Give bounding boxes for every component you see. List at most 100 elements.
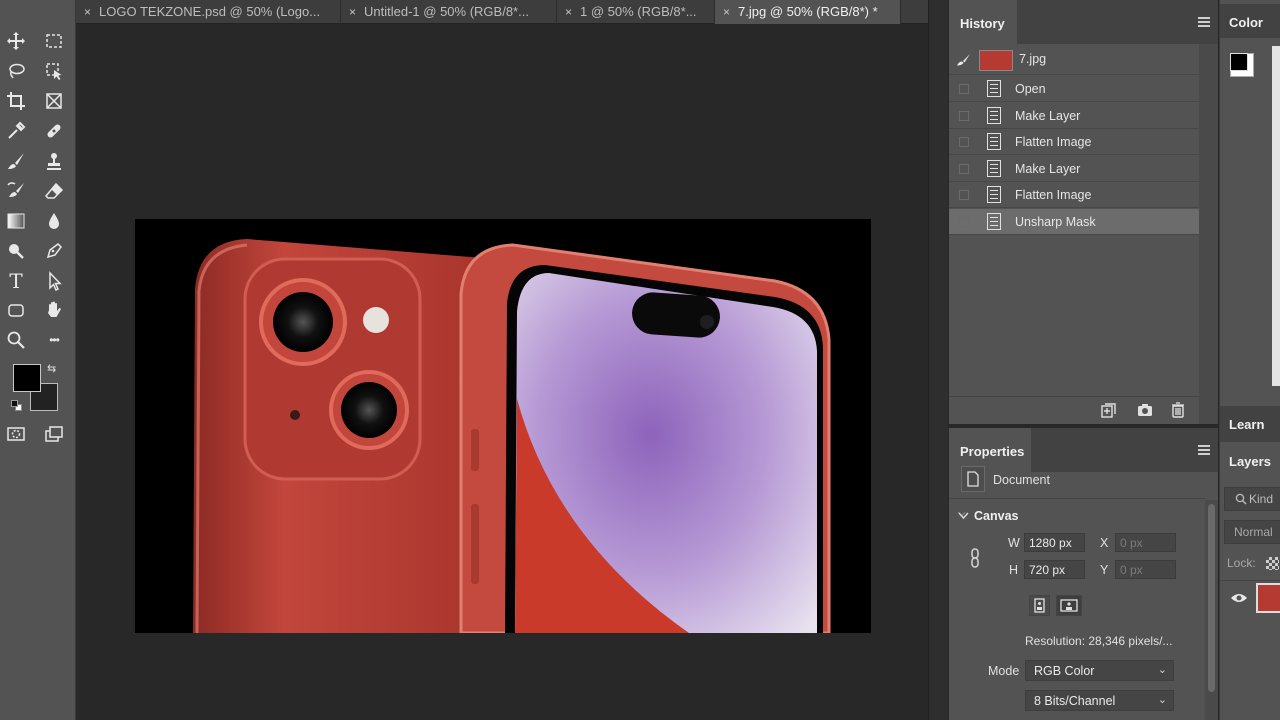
history-source-checkbox[interactable]	[959, 216, 969, 227]
canvas-section-title[interactable]: Canvas	[974, 509, 1018, 523]
tab-1[interactable]: × 1 @ 50% (RGB/8*...	[557, 0, 715, 24]
portrait-orientation-button[interactable]	[1029, 595, 1050, 616]
height-field[interactable]: 720 px	[1024, 560, 1085, 579]
color-foreground-swatch[interactable]	[1230, 53, 1248, 71]
close-icon[interactable]: ×	[565, 5, 572, 19]
right-dock: Color Learn Layers Kind Normal Lock:	[1219, 0, 1280, 720]
more-tools-icon[interactable]: •••	[40, 327, 68, 353]
frame-tool-icon[interactable]	[40, 88, 68, 114]
properties-panel: Properties Document ⌵ Canvas W 1280 px X…	[949, 428, 1218, 720]
eye-icon[interactable]	[1230, 592, 1248, 604]
screen-mode-icon[interactable]	[40, 421, 68, 447]
y-field[interactable]: 0 px	[1115, 560, 1176, 579]
tools-panel: T ••• ⇆	[0, 0, 76, 720]
default-colors-icon[interactable]	[11, 400, 23, 412]
x-field[interactable]: 0 px	[1115, 533, 1176, 552]
chevron-down-icon: ⌄	[1157, 694, 1167, 706]
tab-7-jpg[interactable]: × 7.jpg @ 50% (RGB/8*) *	[715, 0, 901, 24]
history-state-icon	[987, 212, 1001, 230]
landscape-orientation-button[interactable]	[1056, 595, 1082, 616]
shape-tool-icon[interactable]	[2, 297, 30, 323]
lasso-tool-icon[interactable]	[2, 58, 30, 84]
y-label: Y	[1100, 563, 1109, 577]
history-item-selected[interactable]: Unsharp Mask	[949, 208, 1199, 235]
history-item[interactable]: Flatten Image	[949, 182, 1199, 208]
pen-tool-icon[interactable]	[40, 238, 68, 264]
zoom-tool-icon[interactable]	[2, 327, 30, 353]
tab-learn[interactable]: Learn	[1220, 406, 1280, 442]
marquee-tool-icon[interactable]	[40, 28, 68, 54]
properties-kind-label: Document	[993, 473, 1050, 487]
dodge-tool-icon[interactable]	[2, 238, 30, 264]
history-brush-tool-icon[interactable]	[2, 178, 30, 204]
tab-logo-tekzone[interactable]: × LOGO TEKZONE.psd @ 50% (Logo...	[76, 0, 341, 24]
history-item[interactable]: Make Layer	[949, 156, 1199, 182]
lock-transparent-icon[interactable]	[1266, 557, 1279, 570]
brush-tool-icon[interactable]	[2, 148, 30, 174]
layer-thumbnail[interactable]	[1256, 583, 1280, 613]
properties-scrollbar[interactable]	[1205, 500, 1218, 720]
canvas-scrollbar[interactable]	[928, 0, 948, 720]
history-source-checkbox[interactable]	[959, 84, 969, 94]
history-item[interactable]: Make Layer	[949, 103, 1199, 129]
height-label: H	[1009, 563, 1019, 577]
close-icon[interactable]: ×	[723, 5, 730, 19]
search-icon	[1235, 493, 1247, 505]
type-tool-icon[interactable]: T	[2, 268, 30, 294]
document-image[interactable]	[135, 219, 871, 633]
eraser-tool-icon[interactable]	[40, 178, 68, 204]
stamp-tool-icon[interactable]	[40, 148, 68, 174]
blur-tool-icon[interactable]	[40, 208, 68, 234]
history-source-checkbox[interactable]	[959, 110, 969, 121]
path-select-tool-icon[interactable]	[40, 268, 68, 294]
panel-menu-icon[interactable]	[1198, 17, 1210, 29]
width-field[interactable]: 1280 px	[1024, 533, 1085, 552]
new-document-from-state-icon[interactable]	[1101, 403, 1117, 418]
camera-snapshot-icon[interactable]	[1137, 403, 1153, 417]
link-icon[interactable]	[969, 548, 981, 568]
eyedropper-tool-icon[interactable]	[2, 118, 30, 144]
history-state-icon	[987, 80, 1001, 97]
history-item[interactable]: Open	[949, 76, 1199, 102]
foreground-color-swatch-top[interactable]	[13, 364, 41, 392]
crop-tool-icon[interactable]	[2, 88, 30, 114]
object-select-tool-icon[interactable]	[40, 58, 68, 84]
healing-tool-icon[interactable]	[40, 118, 68, 144]
close-icon[interactable]: ×	[84, 5, 91, 19]
history-state-icon	[987, 159, 1001, 177]
gradient-tool-icon[interactable]	[2, 208, 30, 234]
tab-color[interactable]: Color	[1220, 4, 1280, 38]
close-icon[interactable]: ×	[349, 5, 356, 19]
blend-mode-select[interactable]: Normal	[1224, 520, 1280, 544]
color-spectrum[interactable]	[1272, 46, 1280, 386]
history-panel: History 7.jpg Open Make Layer Flatten Im…	[949, 0, 1218, 424]
resolution-text: Resolution: 28,346 pixels/...	[1025, 634, 1173, 648]
swap-colors-icon[interactable]: ⇆	[47, 362, 56, 375]
divider	[949, 498, 1205, 499]
history-source-checkbox[interactable]	[959, 137, 969, 147]
panel-menu-icon[interactable]	[1198, 445, 1210, 457]
history-state-icon	[987, 106, 1001, 124]
quick-mask-icon[interactable]	[2, 421, 30, 447]
hand-tool-icon[interactable]	[40, 297, 68, 323]
move-tool-icon[interactable]	[2, 28, 30, 54]
color-mode-select[interactable]: RGB Color ⌄	[1025, 660, 1174, 681]
history-snapshot[interactable]: 7.jpg	[949, 45, 1199, 75]
history-item[interactable]: Flatten Image	[949, 129, 1199, 155]
layers-kind-filter[interactable]: Kind	[1224, 487, 1280, 511]
trash-icon[interactable]	[1171, 402, 1185, 418]
history-state-icon	[987, 133, 1001, 150]
history-brush-icon[interactable]	[955, 53, 971, 67]
history-source-checkbox[interactable]	[959, 163, 969, 174]
tab-layers[interactable]: Layers	[1220, 443, 1280, 479]
history-panel-header: History	[949, 0, 1218, 44]
history-scrollbar[interactable]	[1199, 44, 1218, 424]
tab-history[interactable]: History	[949, 0, 1017, 44]
section-collapse-icon[interactable]	[958, 512, 969, 520]
tab-untitled-1[interactable]: × Untitled-1 @ 50% (RGB/8*...	[341, 0, 557, 24]
history-footer	[949, 396, 1199, 424]
history-source-checkbox[interactable]	[959, 190, 969, 200]
properties-panel-header: Properties	[949, 428, 1218, 472]
snapshot-thumbnail	[979, 50, 1013, 71]
bit-depth-select[interactable]: 8 Bits/Channel ⌄	[1025, 690, 1174, 711]
